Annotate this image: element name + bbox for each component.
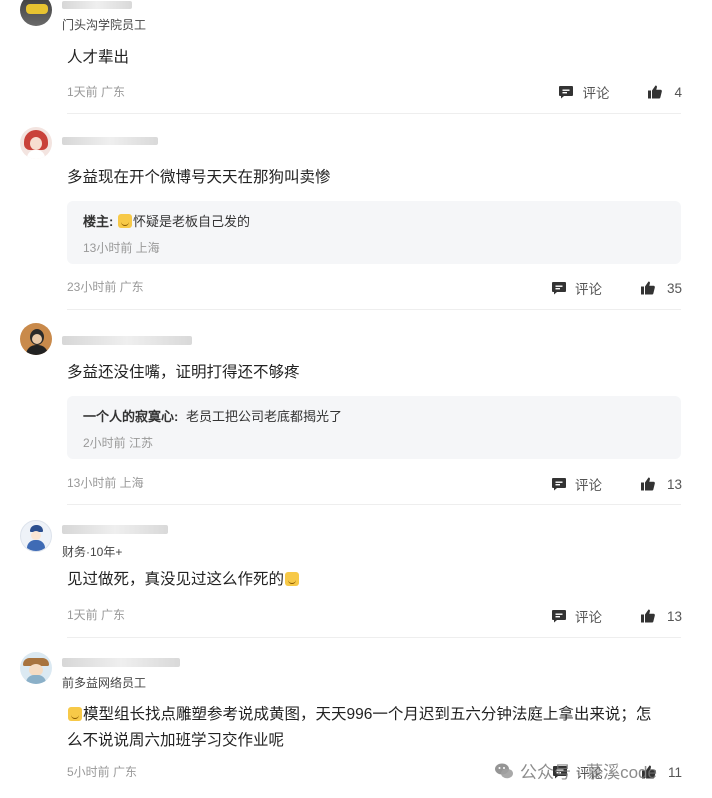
reply-label: 评论 xyxy=(574,282,602,297)
comment-text: 人才辈出 xyxy=(67,49,130,66)
comment-meta: 23小时前 广东 xyxy=(67,280,144,294)
reply-text: 怀疑是老板自己发的 xyxy=(132,214,250,229)
username[interactable] xyxy=(62,336,192,345)
comment-bubble-icon xyxy=(551,282,566,295)
comment-meta: 5小时前 广东 xyxy=(67,765,138,779)
thumbs-up-icon xyxy=(640,609,655,623)
user-tag: 财务·10年+ xyxy=(62,545,123,559)
comment-text-body: 见过做死，真没见过这么作死的 xyxy=(67,571,285,588)
thumbs-up-icon xyxy=(648,85,663,99)
reply-line: 一个人的寂寞心: 老员工把公司老底都揭光了 xyxy=(83,406,342,425)
reply-button[interactable]: 评论 xyxy=(551,278,602,298)
grin-emoji-icon xyxy=(285,572,300,586)
wechat-icon xyxy=(495,763,513,778)
username[interactable] xyxy=(62,658,180,667)
reply-meta: 2小时前 江苏 xyxy=(83,436,154,450)
like-count: 11 xyxy=(667,764,682,780)
avatar[interactable] xyxy=(20,323,52,355)
comment-actions: 评论 4 xyxy=(558,82,682,102)
like-count: 35 xyxy=(666,280,682,296)
like-count: 13 xyxy=(666,476,682,492)
reply-line: 楼主: 怀疑是老板自己发的 xyxy=(83,211,250,230)
username[interactable] xyxy=(62,1,132,9)
avatar[interactable] xyxy=(20,652,52,684)
watermark: 公众号 · 慕溪code xyxy=(494,758,657,783)
divider xyxy=(67,309,681,310)
like-button[interactable]: 35 xyxy=(640,280,682,296)
username[interactable] xyxy=(62,137,158,145)
user-tag: 门头沟学院员工 xyxy=(62,18,147,32)
avatar[interactable] xyxy=(20,0,52,26)
avatar[interactable] xyxy=(20,127,52,159)
grin-emoji-icon xyxy=(68,707,82,721)
like-button[interactable]: 4 xyxy=(647,84,682,100)
thumbs-up-icon xyxy=(640,281,655,295)
reply-button[interactable]: 评论 xyxy=(551,474,602,494)
comment-text: 多益现在开个微博号天天在那狗叫卖惨 xyxy=(67,169,331,186)
comment-text-line1: 模型组长找点雕塑参考说成黄图，天天996一个月迟到五六分钟法庭上拿出来说；怎 xyxy=(83,706,652,723)
comment-meta: 1天前 广东 xyxy=(67,85,126,99)
comment-text: 见过做死，真没见过这么作死的 xyxy=(67,567,687,593)
reply-label: 评论 xyxy=(582,86,610,101)
comment-meta: 1天前 广东 xyxy=(67,608,126,622)
avatar[interactable] xyxy=(20,520,52,552)
reply-box: 一个人的寂寞心: 老员工把公司老底都揭光了 2小时前 江苏 xyxy=(67,396,681,459)
comment-bubble-icon xyxy=(551,478,566,491)
like-button[interactable]: 13 xyxy=(640,608,682,624)
reply-button[interactable]: 评论 xyxy=(558,82,609,102)
divider xyxy=(67,113,681,114)
comment-bubble-icon xyxy=(559,86,574,99)
reply-label: 评论 xyxy=(574,610,602,625)
reply-author[interactable]: 一个人的寂寞心: xyxy=(83,409,178,424)
comment-actions: 评论 13 xyxy=(551,474,682,494)
user-tag: 前多益网络员工 xyxy=(62,676,147,690)
comment-actions: 评论 35 xyxy=(551,278,682,298)
thumbs-up-icon xyxy=(640,477,655,491)
divider xyxy=(67,637,681,638)
reply-author[interactable]: 楼主: xyxy=(83,214,113,229)
reply-label: 评论 xyxy=(574,478,602,493)
comment-bubble-icon xyxy=(551,610,566,623)
comment-text: 模型组长找点雕塑参考说成黄图，天天996一个月迟到五六分钟法庭上拿出来说；怎 么… xyxy=(67,702,687,754)
grin-emoji-icon xyxy=(117,214,132,228)
like-count: 13 xyxy=(666,608,682,624)
reply-box: 楼主: 怀疑是老板自己发的 13小时前 上海 xyxy=(67,201,681,264)
reply-text: 老员工把公司老底都揭光了 xyxy=(185,409,342,424)
comment-actions: 评论 13 xyxy=(551,606,682,626)
divider xyxy=(67,504,681,505)
watermark-text: 公众号 · 慕溪code xyxy=(520,763,657,782)
comment-meta: 13小时前 上海 xyxy=(67,476,144,490)
comment-text-line2: 么不说说周六加班学习交作业呢 xyxy=(67,732,285,749)
like-count: 4 xyxy=(674,84,682,100)
comment-text-line: 模型组长找点雕塑参考说成黄图，天天996一个月迟到五六分钟法庭上拿出来说；怎 xyxy=(67,702,687,728)
like-button[interactable]: 13 xyxy=(640,476,682,492)
reply-button[interactable]: 评论 xyxy=(551,606,602,626)
username[interactable] xyxy=(62,525,168,534)
comment-text: 多益还没住嘴，证明打得还不够疼 xyxy=(67,364,300,381)
reply-meta: 13小时前 上海 xyxy=(83,241,160,255)
